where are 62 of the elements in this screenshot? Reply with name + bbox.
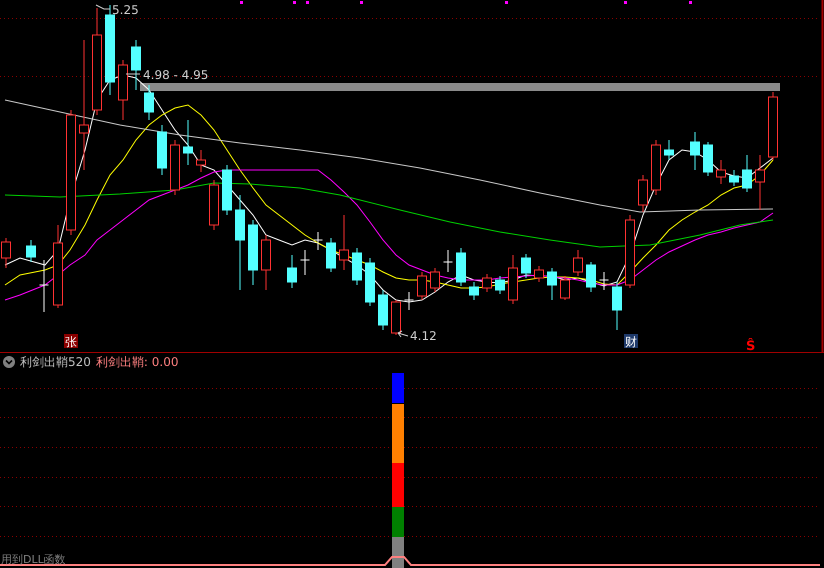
candlestick [430, 268, 440, 292]
candlestick [118, 60, 128, 120]
price-label: 4.98 - 4.95 [143, 68, 208, 82]
collapse-chevron-icon[interactable] [3, 356, 15, 368]
footer-note: 用到DLL函数 [1, 552, 66, 567]
candlestick [573, 250, 583, 276]
candlestick [144, 84, 154, 120]
candlestick [482, 274, 492, 292]
candlestick [742, 154, 752, 192]
candlestick [534, 266, 544, 282]
candlestick [547, 268, 557, 300]
candlestick [456, 248, 466, 286]
candlestick [612, 282, 622, 330]
candlestick [339, 214, 349, 270]
candlestick [638, 174, 648, 212]
candlestick [300, 250, 310, 276]
candlestick [755, 154, 765, 210]
candlestick [443, 250, 453, 272]
candlestick [352, 248, 362, 286]
candlestick [560, 276, 570, 300]
candlestick [170, 140, 180, 196]
candlestick [664, 140, 674, 160]
candlestick [521, 254, 531, 278]
candlestick [183, 120, 193, 166]
candlestick [209, 180, 219, 230]
leader-line [398, 330, 408, 338]
marker-symbol: Ŝ [746, 339, 756, 353]
candlestick [261, 234, 271, 290]
candlestick [768, 92, 778, 160]
candlestick [651, 140, 661, 196]
candlestick [131, 40, 141, 90]
candlestick [378, 290, 388, 330]
candlestick [404, 292, 414, 310]
marker-badge: 财 [624, 334, 638, 349]
candlestick [287, 254, 297, 288]
candlestick [729, 170, 739, 186]
candlestick [196, 150, 206, 172]
candlestick [495, 276, 505, 294]
candlestick [391, 300, 401, 336]
candlestick [313, 232, 323, 250]
candlestick [157, 124, 167, 176]
marker-badge: 张 [64, 334, 78, 349]
candlestick [703, 142, 713, 176]
candlestick [326, 238, 336, 272]
signal-bar-segment [392, 537, 404, 568]
price-label: 5.25 [112, 3, 139, 17]
price-label: 4.12 [410, 329, 437, 343]
candlestick [586, 262, 596, 292]
candlestick [469, 282, 479, 300]
candlestick [716, 160, 726, 184]
candlestick [222, 164, 232, 216]
candlestick [39, 260, 49, 312]
indicator-value: 利剑出鞘: 0.00 [96, 354, 178, 370]
candlestick [365, 258, 375, 306]
indicator-name: 利剑出鞘520 [20, 354, 91, 370]
candlestick [417, 272, 427, 300]
candlestick [690, 132, 700, 170]
candlestick [508, 254, 518, 304]
candlestick [248, 220, 258, 286]
leader-line [96, 4, 110, 10]
candlestick [26, 240, 36, 262]
candlestick [599, 272, 609, 290]
